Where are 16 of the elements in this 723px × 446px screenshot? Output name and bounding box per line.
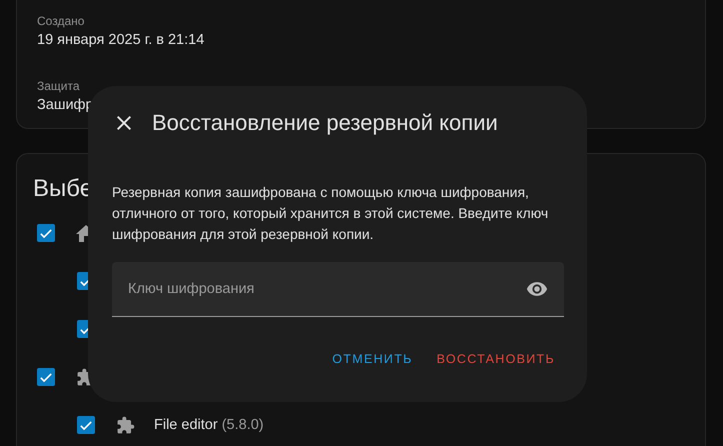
encryption-key-field[interactable]: Ключ шифрования xyxy=(112,262,564,317)
checkmark-icon xyxy=(40,372,52,382)
restore-button[interactable]: ВОССТАНОВИТЬ xyxy=(436,347,555,371)
puzzle-icon xyxy=(116,416,135,434)
checkmark-icon xyxy=(80,420,92,430)
addon-name: File editor (5.8.0) xyxy=(154,417,264,433)
checkbox[interactable] xyxy=(37,224,55,242)
field-label: Защита xyxy=(37,78,80,95)
checkbox[interactable] xyxy=(77,416,95,434)
field-value: 19 января 2025 г. в 21:14 xyxy=(37,31,204,50)
checkmark-icon xyxy=(40,228,52,238)
dialog-title: Восстановление резервной копии xyxy=(152,110,498,136)
checkbox[interactable] xyxy=(37,368,55,386)
cancel-button[interactable]: ОТМЕНИТЬ xyxy=(332,347,413,371)
field-label: Создано xyxy=(37,13,84,30)
dialog-message: Резервная копия зашифрована с помощью ключа шифрования, отличного от того, который хранится в этой системе. Введите ключ шифрования для этой резервной копии. xyxy=(112,183,550,244)
